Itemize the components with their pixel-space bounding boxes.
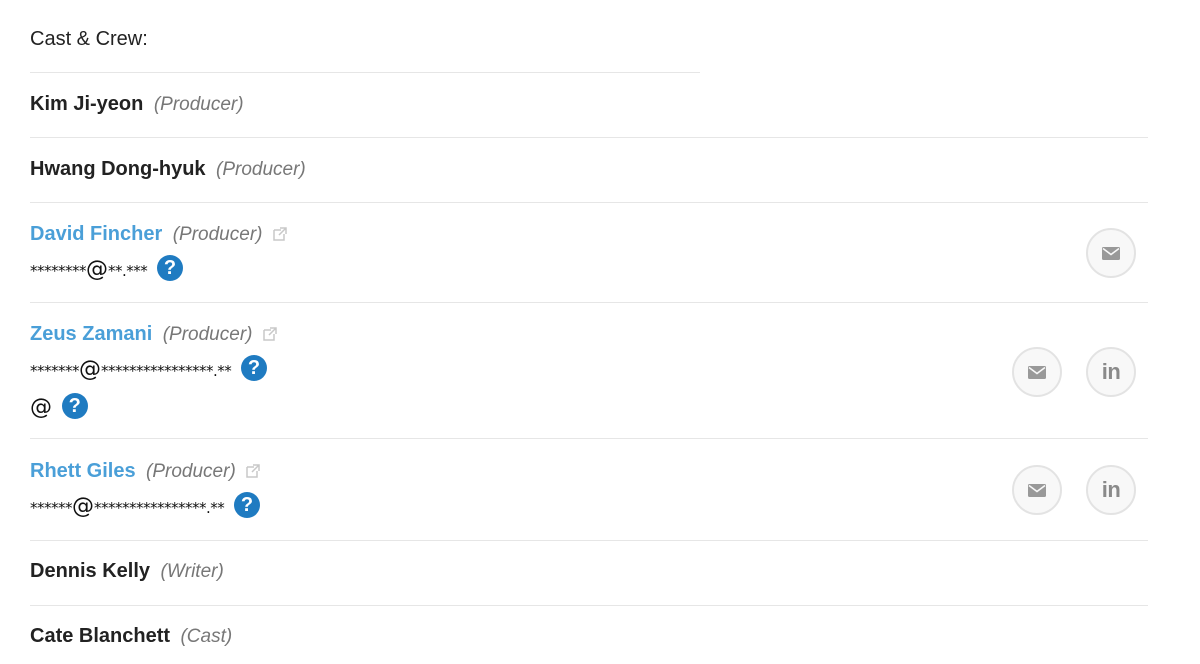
masked-secondary: @ ? <box>30 393 88 420</box>
crew-name: Cate Blanchett <box>30 625 171 647</box>
crew-name: Hwang Dong-hyuk <box>30 158 206 180</box>
masked-email: ******@****************.** ? <box>30 492 261 519</box>
masked-email: ********@**.*** ? <box>30 255 184 282</box>
crew-row: Zeus Zamani (Producer) *******@*********… <box>30 303 1148 439</box>
crew-row: Cate Blanchett (Cast) <box>30 606 1148 664</box>
help-icon[interactable]: ? <box>61 393 88 419</box>
envelope-icon <box>1028 483 1046 497</box>
crew-name: Kim Ji-yeon <box>30 93 144 115</box>
crew-row: Hwang Dong-hyuk (Producer) <box>30 138 1148 203</box>
crew-row: Dennis Kelly (Writer) <box>30 541 1148 606</box>
crew-role: (Producer) <box>146 461 236 482</box>
linkedin-button[interactable]: in <box>1086 465 1136 515</box>
crew-name-link[interactable]: Zeus Zamani <box>30 323 152 345</box>
crew-role: (Producer) <box>162 324 253 345</box>
masked-email: *******@****************.** ? <box>30 355 268 382</box>
crew-row: Rhett Giles (Producer) ******@**********… <box>30 439 1148 541</box>
crew-role: (Writer) <box>160 561 224 582</box>
crew-name: Dennis Kelly <box>30 560 151 582</box>
external-link-icon[interactable] <box>273 227 287 241</box>
crew-list: Kim Ji-yeon (Producer) Hwang Dong-hyuk (… <box>30 73 1148 664</box>
email-button[interactable] <box>1086 228 1136 278</box>
external-link-icon[interactable] <box>263 327 277 341</box>
crew-role: (Producer) <box>172 224 263 245</box>
email-button[interactable] <box>1012 347 1062 397</box>
linkedin-button[interactable]: in <box>1086 347 1136 397</box>
linkedin-icon: in <box>1101 477 1121 502</box>
crew-role: (Cast) <box>180 626 233 647</box>
help-icon[interactable]: ? <box>241 355 268 381</box>
email-button[interactable] <box>1012 465 1062 515</box>
crew-row: Kim Ji-yeon (Producer) <box>30 73 1148 138</box>
help-icon[interactable]: ? <box>157 255 184 281</box>
crew-role: (Producer) <box>216 159 306 180</box>
crew-row: David Fincher (Producer) ********@**.***… <box>30 203 1148 303</box>
section-title: Cast & Crew: <box>30 28 148 50</box>
linkedin-icon: in <box>1101 359 1121 384</box>
envelope-icon <box>1028 365 1046 379</box>
help-icon[interactable]: ? <box>234 492 261 518</box>
crew-role: (Producer) <box>153 94 244 115</box>
external-link-icon[interactable] <box>246 464 260 478</box>
crew-name-link[interactable]: Rhett Giles <box>30 460 136 482</box>
envelope-icon <box>1102 246 1120 260</box>
crew-name-link[interactable]: David Fincher <box>30 223 162 245</box>
